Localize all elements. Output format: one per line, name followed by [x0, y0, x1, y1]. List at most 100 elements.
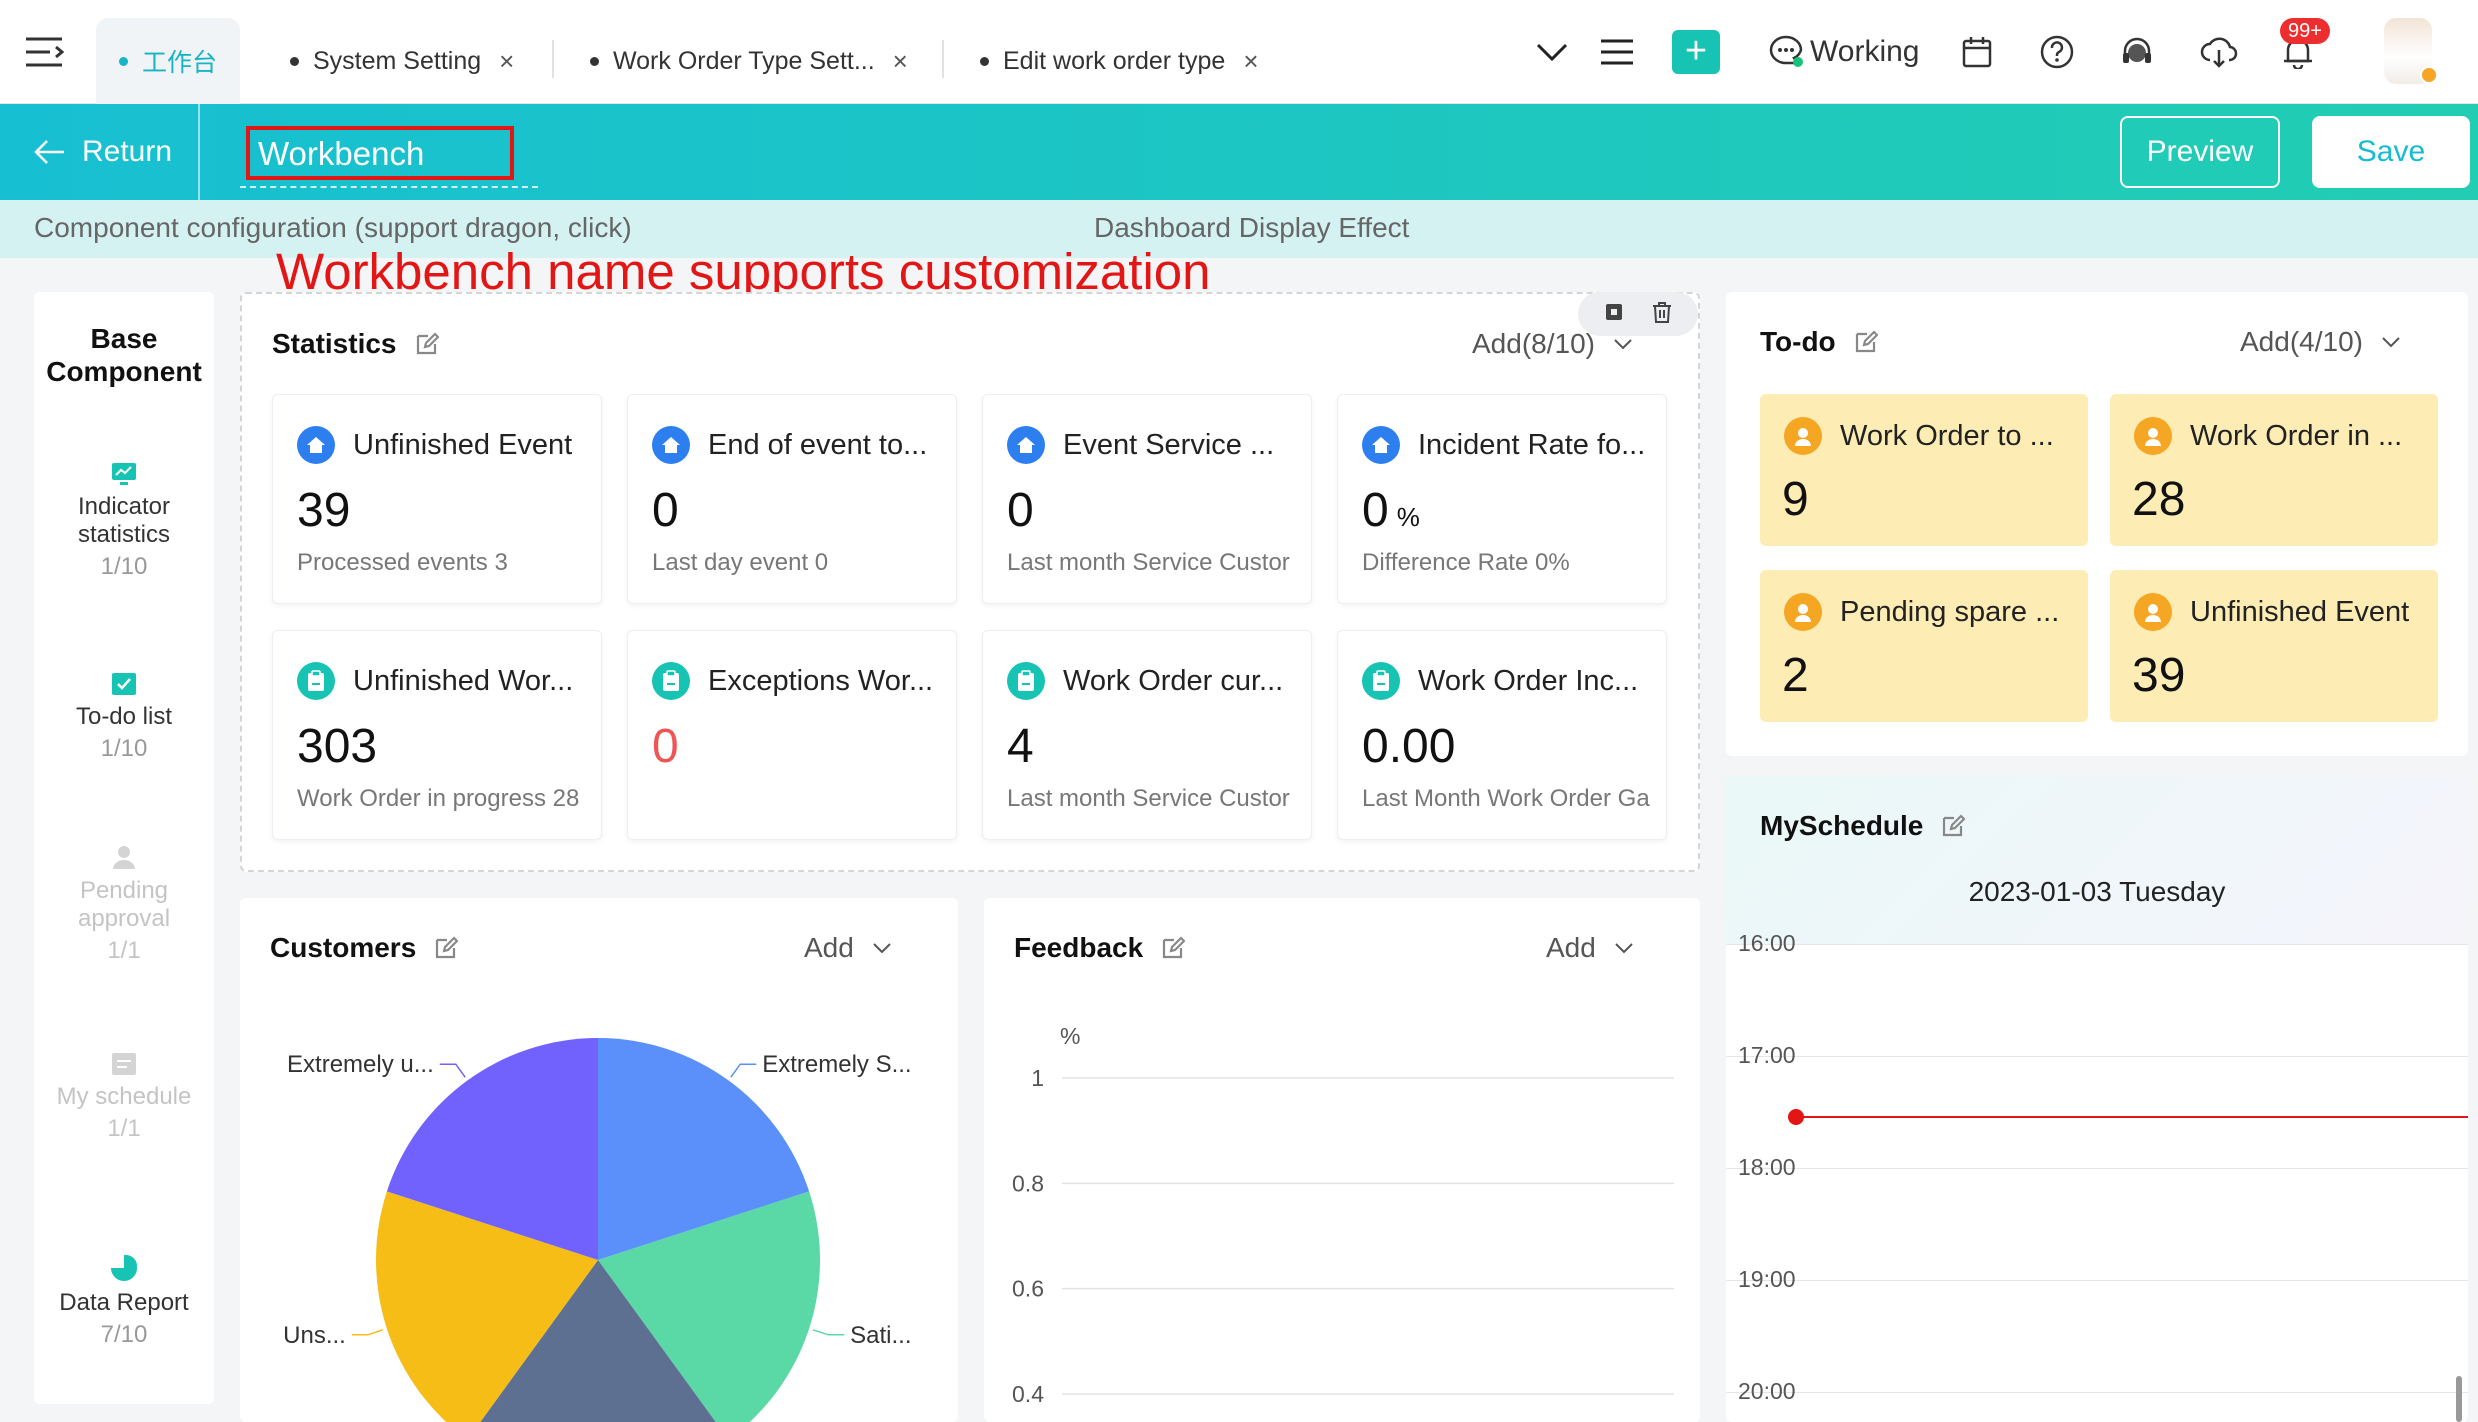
stat-title: Incident Rate fo... [1418, 428, 1646, 461]
headset-icon[interactable] [2120, 30, 2154, 74]
top-bar: 工作台 System Setting × Work Order Type Set… [0, 0, 2478, 104]
plus-icon[interactable]: + [1672, 30, 1720, 74]
close-icon[interactable]: × [499, 46, 514, 77]
name-underline [240, 186, 538, 188]
component-todo-list[interactable]: To-do list 1/10 [34, 670, 214, 763]
stat-sub: Difference Rate 0% [1362, 549, 1570, 576]
stat-tile[interactable]: Work Order Inc... 0.00 Last Month Work O… [1337, 630, 1667, 840]
tab-divider [552, 40, 554, 78]
stat-number: 0 [652, 484, 679, 537]
tab-label: Edit work order type [1003, 46, 1226, 75]
component-count: 7/10 [100, 1321, 148, 1348]
tab-edit-work-order-type[interactable]: Edit work order type × [980, 18, 1259, 104]
component-label: Data Report [59, 1289, 189, 1316]
cloud-download-icon[interactable] [2200, 30, 2238, 74]
component-label: My schedule [56, 1083, 192, 1110]
user-icon [1784, 417, 1822, 455]
card-title-text: To-do [1760, 326, 1836, 357]
component-label: Indicator statistics [77, 493, 171, 548]
working-status[interactable]: Working [1768, 30, 1919, 74]
stat-number: 0 [1007, 484, 1034, 537]
customers-pie-chart[interactable]: Extremely S... Sati... Uns... Extremely u..… [240, 898, 958, 1422]
user-icon [2134, 417, 2172, 455]
my-schedule-card[interactable]: MySchedule 2023-01-03 Tuesday 16:00 17:0… [1726, 776, 2468, 1422]
tab-dot [590, 56, 599, 66]
card-title-text: MySchedule [1760, 810, 1924, 841]
close-icon[interactable]: × [1243, 46, 1258, 77]
preview-button[interactable]: Preview [2120, 116, 2280, 188]
base-component-panel: Base Component Indicator statistics 1/10… [34, 292, 214, 1404]
component-data-report[interactable]: Data Report 7/10 [34, 1254, 214, 1349]
component-count: 1/10 [100, 553, 148, 580]
tab-workbench[interactable]: 工作台 [96, 18, 240, 104]
todo-card[interactable]: To-do Add(4/10) Work Order to ... 9 Work… [1726, 292, 2468, 756]
stat-sub: Processed events 3 [297, 549, 508, 576]
calendar-icon [112, 1053, 136, 1075]
user-icon [113, 846, 135, 869]
help-icon[interactable] [2040, 30, 2074, 74]
edit-icon[interactable] [1854, 330, 1878, 354]
edit-icon[interactable] [1941, 814, 1966, 838]
todo-title: Pending spare ... [1840, 595, 2060, 628]
tab-system-setting[interactable]: System Setting × [290, 18, 514, 104]
todo-tile[interactable]: Unfinished Event 39 [2110, 570, 2438, 722]
y-tick-label: 0.4 [1012, 1381, 1044, 1407]
add-dropdown[interactable]: Add(4/10) [2240, 326, 2401, 358]
component-my-schedule: My schedule 1/1 [34, 1050, 214, 1143]
component-config-label: Component configuration (support dragon,… [34, 212, 632, 243]
todo-title: Work Order to ... [1840, 419, 2054, 452]
pie-label-line [439, 1063, 466, 1078]
customers-card[interactable]: Customers Add Extremely S... Sati... Uns..… [240, 898, 958, 1422]
clipboard-icon [297, 662, 335, 700]
close-icon[interactable]: × [893, 46, 908, 77]
todo-tile[interactable]: Work Order to ... 9 [1760, 394, 2088, 546]
hour-label: 19:00 [1738, 1266, 1796, 1292]
stat-tile[interactable]: Event Service ... 0 Last month Service C… [982, 394, 1312, 604]
stat-title: Unfinished Wor... [353, 664, 574, 697]
stat-tile[interactable]: Work Order cur... 4 Last month Service C… [982, 630, 1312, 840]
menu-collapse-icon[interactable] [24, 34, 64, 70]
tab-dot [118, 56, 128, 66]
working-label: Working [1810, 35, 1920, 68]
feedback-card[interactable]: Feedback Add % 1 0.8 0.6 0.4 [984, 898, 1700, 1422]
calendar-icon[interactable] [1962, 30, 1992, 74]
todo-value: 39 [2132, 649, 2186, 702]
scrollbar[interactable] [2456, 1376, 2462, 1422]
save-button[interactable]: Save [2312, 116, 2470, 188]
stat-tile[interactable]: Exceptions Wor... 0 [627, 630, 957, 840]
stat-title: Work Order Inc... [1418, 664, 1639, 697]
return-button[interactable]: Return [34, 104, 172, 200]
delete-icon[interactable] [1652, 301, 1672, 328]
feedback-line-chart[interactable]: % 1 0.8 0.6 0.4 [984, 898, 1700, 1422]
edit-icon[interactable] [415, 332, 439, 356]
stat-tile[interactable]: End of event to... 0 Last day event 0 [627, 394, 957, 604]
todo-tile[interactable]: Pending spare ... 2 [1760, 570, 2088, 722]
list-icon[interactable] [1600, 30, 1634, 74]
tab-dot [290, 56, 299, 66]
stat-sub: Last month Service Custor [1007, 549, 1290, 576]
stat-value: 0 [652, 719, 679, 775]
tab-work-order-type-settings[interactable]: Work Order Type Sett... × [590, 18, 908, 104]
stat-tile[interactable]: Unfinished Event 39 Processed events 3 [272, 394, 602, 604]
schedule-timeline[interactable]: 16:00 17:00 18:00 19:00 20:00 [1726, 930, 2468, 1422]
workbench-name-input[interactable]: Workbench [246, 126, 514, 180]
stat-number: 39 [297, 484, 351, 537]
todo-value: 9 [1782, 473, 1809, 526]
checklist-icon [112, 673, 136, 695]
component-pending-approval: Pending approval 1/1 [34, 844, 214, 965]
add-label: Add(8/10) [1472, 328, 1595, 359]
component-label: Pending approval [77, 877, 171, 932]
card-title: To-do [1760, 326, 1878, 358]
stat-tile[interactable]: Incident Rate fo... 0% Difference Rate 0… [1337, 394, 1667, 604]
copy-icon[interactable] [1604, 302, 1624, 327]
y-tick-label: 0.6 [1012, 1276, 1044, 1302]
stat-value: 4 [1007, 719, 1034, 775]
stat-title: Exceptions Wor... [708, 664, 934, 697]
stat-tile[interactable]: Unfinished Wor... 303 Work Order in prog… [272, 630, 602, 840]
stat-value: 0 [652, 483, 679, 539]
component-indicator-statistics[interactable]: Indicator statistics 1/10 [34, 462, 214, 581]
chevron-down-icon[interactable] [1536, 30, 1568, 74]
todo-tile[interactable]: Work Order in ... 28 [2110, 394, 2438, 546]
stat-title: End of event to... [708, 428, 928, 461]
component-count: 1/1 [107, 937, 141, 964]
